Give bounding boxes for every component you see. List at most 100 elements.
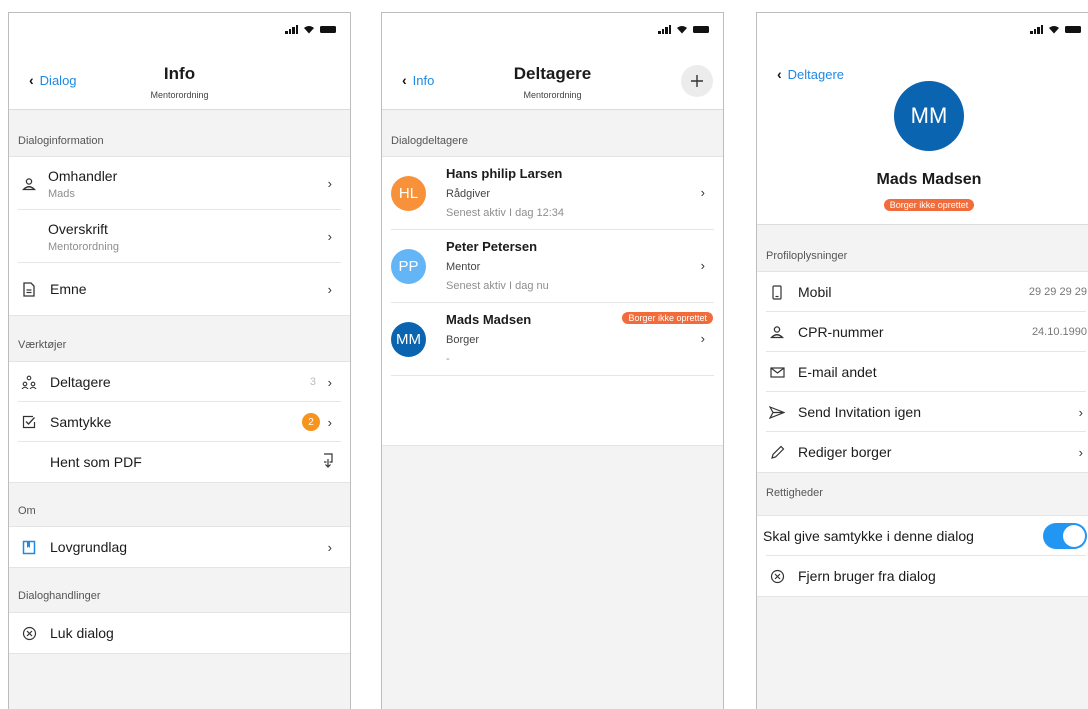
- om-card: Lovgrundlag ›: [9, 526, 350, 568]
- chevron-right-icon: ›: [700, 185, 705, 200]
- status-badge: Borger ikke oprettet: [622, 312, 713, 324]
- info-screen: ‹ Dialog Info Mentorordning Dialoginform…: [8, 12, 351, 709]
- mobil-value: 29 29 29 29: [1028, 286, 1087, 298]
- deltagere-row[interactable]: Deltagere 3 ›: [9, 362, 350, 402]
- cpr-row: CPR-nummer 24.10.1990: [757, 312, 1088, 352]
- close-circle-icon: [18, 622, 40, 644]
- participant-role: Rådgiver: [446, 188, 491, 200]
- rediger-borger-label: Rediger borger: [798, 444, 892, 460]
- emne-row[interactable]: Emne ›: [9, 263, 350, 315]
- mail-icon: [766, 361, 788, 383]
- back-chevron-icon: ‹: [777, 66, 782, 82]
- lovgrundlag-label: Lovgrundlag: [50, 539, 128, 555]
- battery-icon: [1065, 26, 1081, 33]
- send-icon: [766, 401, 788, 423]
- chevron-right-icon: ›: [1078, 404, 1083, 420]
- info-card: Omhandler Mads › Overskrift Mentorordnin…: [9, 156, 350, 316]
- consent-toggle[interactable]: [1043, 523, 1087, 549]
- person-icon: [18, 173, 40, 195]
- chevron-right-icon: ›: [327, 539, 332, 555]
- status-bar: [1030, 25, 1081, 34]
- omhandler-value: Mads: [48, 187, 75, 200]
- mobil-row: Mobil 29 29 29 29: [757, 272, 1088, 312]
- overskrift-row[interactable]: Overskrift Mentorordning ›: [9, 210, 350, 263]
- participant-status: Senest aktiv I dag nu: [446, 280, 549, 292]
- omhandler-row[interactable]: Omhandler Mads ›: [9, 157, 350, 210]
- participant-name: Mads Madsen: [446, 312, 532, 327]
- samtykke-label: Samtykke: [50, 414, 112, 430]
- participant-name: Peter Petersen: [446, 239, 538, 254]
- participant-row[interactable]: MM Mads Madsen Borger - Borger ikke opre…: [382, 303, 723, 376]
- participant-row[interactable]: HL Hans philip Larsen Rådgiver Senest ak…: [382, 157, 723, 230]
- deltagere-screen: ‹ Info Deltagere Mentorordning Dialogdel…: [381, 12, 724, 709]
- email-row[interactable]: E-mail andet: [757, 352, 1088, 392]
- group-icon: [18, 371, 40, 393]
- chevron-right-icon: ›: [1078, 444, 1083, 460]
- participant-role: Mentor: [446, 261, 481, 273]
- page-title: Deltagere: [513, 64, 592, 83]
- hent-pdf-row[interactable]: Hent som PDF: [9, 442, 350, 482]
- status-bar: [285, 25, 336, 34]
- cpr-value: 24.10.1990: [1031, 326, 1087, 338]
- consent-label: Skal give samtykke i denne dialog: [763, 528, 974, 544]
- chevron-right-icon: ›: [327, 374, 332, 390]
- participant-status: -: [446, 353, 450, 365]
- chevron-right-icon: ›: [700, 331, 705, 346]
- status-badge: Borger ikke oprettet: [883, 199, 975, 211]
- lovgrundlag-row[interactable]: Lovgrundlag ›: [9, 527, 350, 567]
- chevron-right-icon: ›: [327, 229, 332, 244]
- header: ‹ Dialog Info Mentorordning: [9, 13, 350, 110]
- remove-user-label: Fjern bruger fra dialog: [798, 568, 936, 584]
- section-om: Om: [18, 505, 36, 517]
- status-bar: [658, 25, 709, 34]
- participant-role: Borger: [446, 334, 480, 346]
- chevron-right-icon: ›: [327, 176, 332, 191]
- remove-user-row[interactable]: Fjern bruger fra dialog: [757, 556, 1088, 596]
- samtykke-row[interactable]: Samtykke 2 ›: [9, 402, 350, 442]
- back-button[interactable]: ‹ Deltagere: [777, 66, 844, 82]
- deltagere-count: 3: [309, 376, 316, 388]
- battery-icon: [320, 26, 336, 33]
- add-participant-button[interactable]: [681, 65, 713, 97]
- actions-card: Luk dialog: [9, 612, 350, 654]
- luk-dialog-row[interactable]: Luk dialog: [9, 613, 350, 653]
- omhandler-label: Omhandler: [48, 167, 118, 184]
- send-invitation-row[interactable]: Send Invitation igen ›: [757, 392, 1088, 432]
- profile-name: Mads Madsen: [876, 171, 982, 188]
- chevron-right-icon: ›: [327, 281, 332, 297]
- signal-icon: [658, 25, 671, 34]
- download-icon: [322, 453, 334, 471]
- profile-screen: ‹ Deltagere MM Mads Madsen Borger ikke o…: [756, 12, 1088, 709]
- overskrift-value: Mentorordning: [48, 240, 119, 253]
- signal-icon: [1030, 25, 1043, 34]
- rediger-borger-row[interactable]: Rediger borger ›: [757, 432, 1088, 472]
- overskrift-label: Overskrift: [48, 220, 108, 237]
- consent-row: Skal give samtykke i denne dialog: [757, 516, 1088, 556]
- back-label: Deltagere: [787, 66, 845, 82]
- profile-card: Mobil 29 29 29 29 CPR-nummer 24.10.1990 …: [757, 271, 1088, 473]
- deltagere-label: Deltagere: [50, 374, 111, 390]
- chevron-right-icon: ›: [327, 414, 332, 430]
- section-rettigheder: Rettigheder: [766, 487, 823, 499]
- phone-icon: [766, 281, 788, 303]
- avatar: MM: [391, 322, 426, 357]
- avatar: MM: [894, 81, 964, 151]
- signal-icon: [285, 25, 298, 34]
- profile-header: ‹ Deltagere MM Mads Madsen Borger ikke o…: [757, 13, 1088, 225]
- participant-status: Senest aktiv I dag 12:34: [446, 207, 565, 219]
- section-dialoginformation: Dialoginformation: [18, 135, 104, 147]
- person-icon: [766, 321, 788, 343]
- section-profiloplysninger: Profiloplysninger: [766, 250, 848, 262]
- rights-card: Skal give samtykke i denne dialog Fjern …: [757, 515, 1088, 597]
- document-icon: [18, 278, 40, 300]
- book-icon: [18, 536, 40, 558]
- avatar: PP: [391, 249, 426, 284]
- samtykke-badge: 2: [302, 413, 320, 431]
- close-circle-icon: [766, 565, 788, 587]
- participant-row[interactable]: PP Peter Petersen Mentor Senest aktiv I …: [382, 230, 723, 303]
- page-subtitle: Mentorordning: [523, 90, 582, 100]
- email-label: E-mail andet: [798, 364, 877, 380]
- section-dialoghandlinger: Dialoghandlinger: [18, 590, 101, 602]
- plus-icon: [691, 75, 703, 87]
- participants-list: HL Hans philip Larsen Rådgiver Senest ak…: [382, 156, 723, 446]
